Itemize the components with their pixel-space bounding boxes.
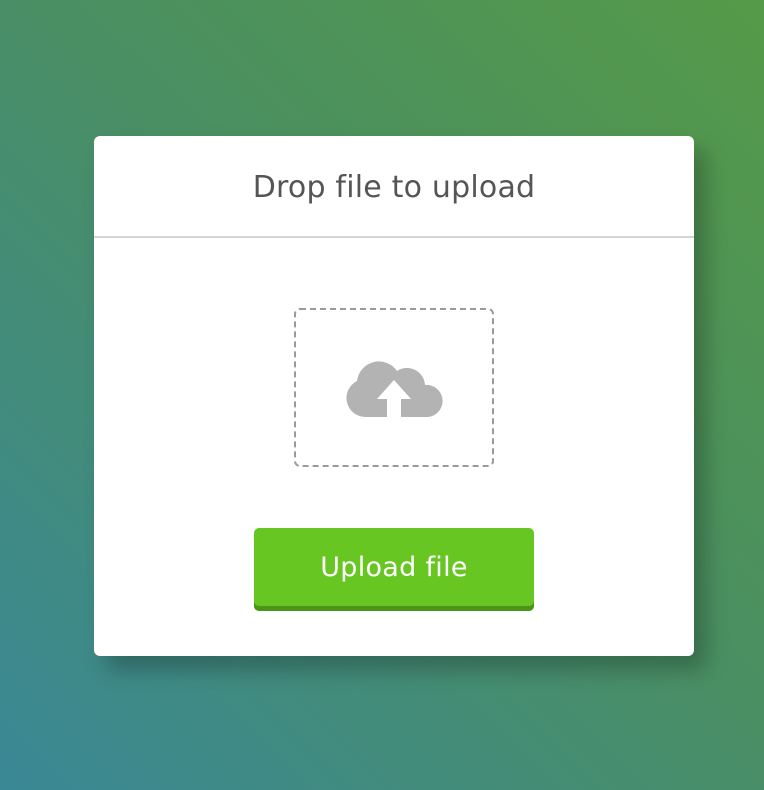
upload-dialog: Drop file to upload Upload file <box>94 136 694 656</box>
dialog-title: Drop file to upload <box>252 169 536 205</box>
dialog-header: Drop file to upload <box>94 136 694 238</box>
cloud-upload-icon <box>346 360 443 421</box>
file-drop-zone[interactable] <box>294 308 494 467</box>
upload-file-button[interactable]: Upload file <box>254 528 534 611</box>
